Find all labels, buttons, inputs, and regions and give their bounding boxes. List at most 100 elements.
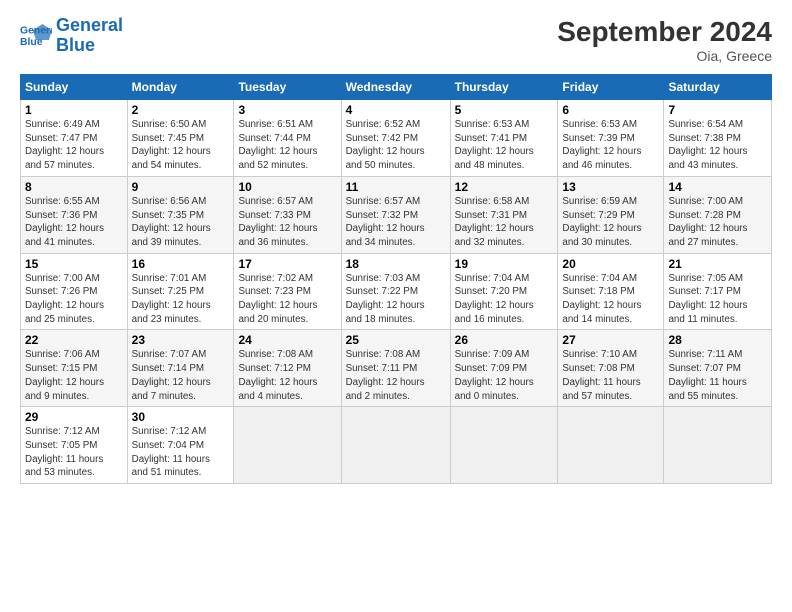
day-number: 26: [455, 333, 554, 347]
day-cell: [234, 407, 341, 484]
week-row-1: 1Sunrise: 6:49 AMSunset: 7:47 PMDaylight…: [21, 100, 772, 177]
day-info: Sunrise: 6:56 AMSunset: 7:35 PMDaylight:…: [132, 195, 230, 250]
day-cell: [450, 407, 558, 484]
day-number: 28: [668, 333, 767, 347]
day-cell: 16Sunrise: 7:01 AMSunset: 7:25 PMDayligh…: [127, 253, 234, 330]
day-cell: 30Sunrise: 7:12 AMSunset: 7:04 PMDayligh…: [127, 407, 234, 484]
day-number: 11: [346, 180, 446, 194]
day-cell: 28Sunrise: 7:11 AMSunset: 7:07 PMDayligh…: [664, 330, 772, 407]
day-info: Sunrise: 7:03 AMSunset: 7:22 PMDaylight:…: [346, 272, 446, 327]
day-cell: 8Sunrise: 6:55 AMSunset: 7:36 PMDaylight…: [21, 176, 128, 253]
day-number: 14: [668, 180, 767, 194]
day-cell: 13Sunrise: 6:59 AMSunset: 7:29 PMDayligh…: [558, 176, 664, 253]
day-number: 7: [668, 103, 767, 117]
day-number: 21: [668, 257, 767, 271]
header: General Blue General Blue September 2024…: [20, 16, 772, 64]
week-row-5: 29Sunrise: 7:12 AMSunset: 7:05 PMDayligh…: [21, 407, 772, 484]
day-info: Sunrise: 7:12 AMSunset: 7:04 PMDaylight:…: [132, 425, 230, 480]
day-cell: 9Sunrise: 6:56 AMSunset: 7:35 PMDaylight…: [127, 176, 234, 253]
day-cell: 24Sunrise: 7:08 AMSunset: 7:12 PMDayligh…: [234, 330, 341, 407]
day-cell: 11Sunrise: 6:57 AMSunset: 7:32 PMDayligh…: [341, 176, 450, 253]
header-row: Sunday Monday Tuesday Wednesday Thursday…: [21, 75, 772, 100]
day-number: 12: [455, 180, 554, 194]
day-info: Sunrise: 6:51 AMSunset: 7:44 PMDaylight:…: [238, 118, 336, 173]
day-info: Sunrise: 7:05 AMSunset: 7:17 PMDaylight:…: [668, 272, 767, 327]
day-number: 1: [25, 103, 123, 117]
day-number: 23: [132, 333, 230, 347]
day-cell: 20Sunrise: 7:04 AMSunset: 7:18 PMDayligh…: [558, 253, 664, 330]
day-cell: 17Sunrise: 7:02 AMSunset: 7:23 PMDayligh…: [234, 253, 341, 330]
day-info: Sunrise: 6:49 AMSunset: 7:47 PMDaylight:…: [25, 118, 123, 173]
day-number: 29: [25, 410, 123, 424]
day-info: Sunrise: 7:07 AMSunset: 7:14 PMDaylight:…: [132, 348, 230, 403]
col-friday: Friday: [558, 75, 664, 100]
col-wednesday: Wednesday: [341, 75, 450, 100]
day-info: Sunrise: 6:52 AMSunset: 7:42 PMDaylight:…: [346, 118, 446, 173]
day-number: 15: [25, 257, 123, 271]
day-number: 5: [455, 103, 554, 117]
day-cell: 19Sunrise: 7:04 AMSunset: 7:20 PMDayligh…: [450, 253, 558, 330]
day-info: Sunrise: 7:02 AMSunset: 7:23 PMDaylight:…: [238, 272, 336, 327]
logo: General Blue General Blue: [20, 16, 123, 56]
col-tuesday: Tuesday: [234, 75, 341, 100]
day-number: 27: [562, 333, 659, 347]
day-cell: 29Sunrise: 7:12 AMSunset: 7:05 PMDayligh…: [21, 407, 128, 484]
day-cell: 15Sunrise: 7:00 AMSunset: 7:26 PMDayligh…: [21, 253, 128, 330]
day-cell: 5Sunrise: 6:53 AMSunset: 7:41 PMDaylight…: [450, 100, 558, 177]
day-cell: [558, 407, 664, 484]
day-cell: 22Sunrise: 7:06 AMSunset: 7:15 PMDayligh…: [21, 330, 128, 407]
month-title: September 2024: [557, 16, 772, 48]
week-row-3: 15Sunrise: 7:00 AMSunset: 7:26 PMDayligh…: [21, 253, 772, 330]
day-info: Sunrise: 6:57 AMSunset: 7:33 PMDaylight:…: [238, 195, 336, 250]
day-info: Sunrise: 7:09 AMSunset: 7:09 PMDaylight:…: [455, 348, 554, 403]
day-info: Sunrise: 6:57 AMSunset: 7:32 PMDaylight:…: [346, 195, 446, 250]
day-cell: 26Sunrise: 7:09 AMSunset: 7:09 PMDayligh…: [450, 330, 558, 407]
day-cell: 18Sunrise: 7:03 AMSunset: 7:22 PMDayligh…: [341, 253, 450, 330]
col-thursday: Thursday: [450, 75, 558, 100]
day-cell: 21Sunrise: 7:05 AMSunset: 7:17 PMDayligh…: [664, 253, 772, 330]
day-cell: 23Sunrise: 7:07 AMSunset: 7:14 PMDayligh…: [127, 330, 234, 407]
col-monday: Monday: [127, 75, 234, 100]
day-cell: 7Sunrise: 6:54 AMSunset: 7:38 PMDaylight…: [664, 100, 772, 177]
day-info: Sunrise: 6:50 AMSunset: 7:45 PMDaylight:…: [132, 118, 230, 173]
day-cell: 2Sunrise: 6:50 AMSunset: 7:45 PMDaylight…: [127, 100, 234, 177]
day-cell: [664, 407, 772, 484]
day-info: Sunrise: 6:55 AMSunset: 7:36 PMDaylight:…: [25, 195, 123, 250]
logo-text2: Blue: [56, 36, 123, 56]
day-number: 10: [238, 180, 336, 194]
day-info: Sunrise: 6:54 AMSunset: 7:38 PMDaylight:…: [668, 118, 767, 173]
day-number: 8: [25, 180, 123, 194]
day-number: 20: [562, 257, 659, 271]
day-number: 24: [238, 333, 336, 347]
logo-icon: General Blue: [20, 22, 52, 50]
logo-text: General: [56, 16, 123, 36]
title-block: September 2024 Oia, Greece: [557, 16, 772, 64]
day-cell: [341, 407, 450, 484]
day-number: 2: [132, 103, 230, 117]
day-info: Sunrise: 6:59 AMSunset: 7:29 PMDaylight:…: [562, 195, 659, 250]
day-info: Sunrise: 7:08 AMSunset: 7:12 PMDaylight:…: [238, 348, 336, 403]
day-info: Sunrise: 7:12 AMSunset: 7:05 PMDaylight:…: [25, 425, 123, 480]
day-cell: 6Sunrise: 6:53 AMSunset: 7:39 PMDaylight…: [558, 100, 664, 177]
week-row-2: 8Sunrise: 6:55 AMSunset: 7:36 PMDaylight…: [21, 176, 772, 253]
day-number: 13: [562, 180, 659, 194]
day-number: 4: [346, 103, 446, 117]
day-info: Sunrise: 7:00 AMSunset: 7:26 PMDaylight:…: [25, 272, 123, 327]
day-number: 6: [562, 103, 659, 117]
col-saturday: Saturday: [664, 75, 772, 100]
calendar-table: Sunday Monday Tuesday Wednesday Thursday…: [20, 74, 772, 484]
day-info: Sunrise: 7:04 AMSunset: 7:20 PMDaylight:…: [455, 272, 554, 327]
day-number: 9: [132, 180, 230, 194]
day-cell: 25Sunrise: 7:08 AMSunset: 7:11 PMDayligh…: [341, 330, 450, 407]
day-number: 25: [346, 333, 446, 347]
day-cell: 27Sunrise: 7:10 AMSunset: 7:08 PMDayligh…: [558, 330, 664, 407]
day-cell: 14Sunrise: 7:00 AMSunset: 7:28 PMDayligh…: [664, 176, 772, 253]
day-cell: 12Sunrise: 6:58 AMSunset: 7:31 PMDayligh…: [450, 176, 558, 253]
day-cell: 1Sunrise: 6:49 AMSunset: 7:47 PMDaylight…: [21, 100, 128, 177]
day-number: 17: [238, 257, 336, 271]
day-info: Sunrise: 6:53 AMSunset: 7:41 PMDaylight:…: [455, 118, 554, 173]
day-number: 19: [455, 257, 554, 271]
page: General Blue General Blue September 2024…: [0, 0, 792, 612]
day-info: Sunrise: 7:01 AMSunset: 7:25 PMDaylight:…: [132, 272, 230, 327]
day-info: Sunrise: 7:06 AMSunset: 7:15 PMDaylight:…: [25, 348, 123, 403]
